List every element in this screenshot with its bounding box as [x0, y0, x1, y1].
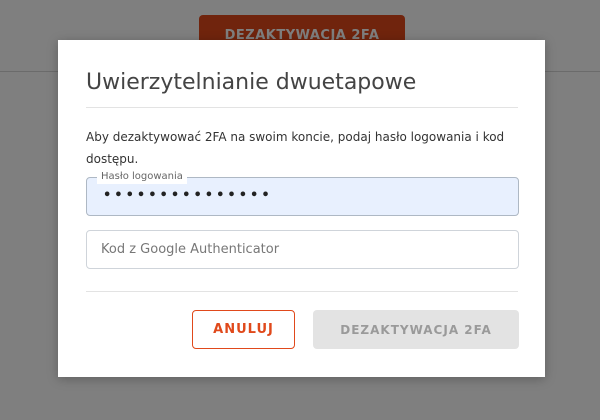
modal-title: Uwierzytelnianie dwuetapowe [86, 70, 417, 95]
modal-description: Aby dezaktywować 2FA na swoim koncie, po… [86, 130, 505, 166]
two-factor-modal: Uwierzytelnianie dwuetapowe Aby dezaktyw… [58, 40, 545, 377]
password-field-label: Hasło logowania [97, 170, 187, 184]
title-divider [86, 107, 518, 108]
auth-code-field[interactable] [86, 230, 519, 269]
actions-divider [86, 291, 518, 292]
password-masked-value: ••••••••••••••• [103, 188, 273, 203]
password-field[interactable]: Hasło logowania ••••••••••••••• [86, 170, 519, 216]
cancel-button[interactable]: ANULUJ [192, 310, 295, 349]
deactivate-2fa-button[interactable]: DEZAKTYWACJA 2FA [313, 310, 519, 349]
auth-code-input[interactable] [87, 231, 518, 268]
